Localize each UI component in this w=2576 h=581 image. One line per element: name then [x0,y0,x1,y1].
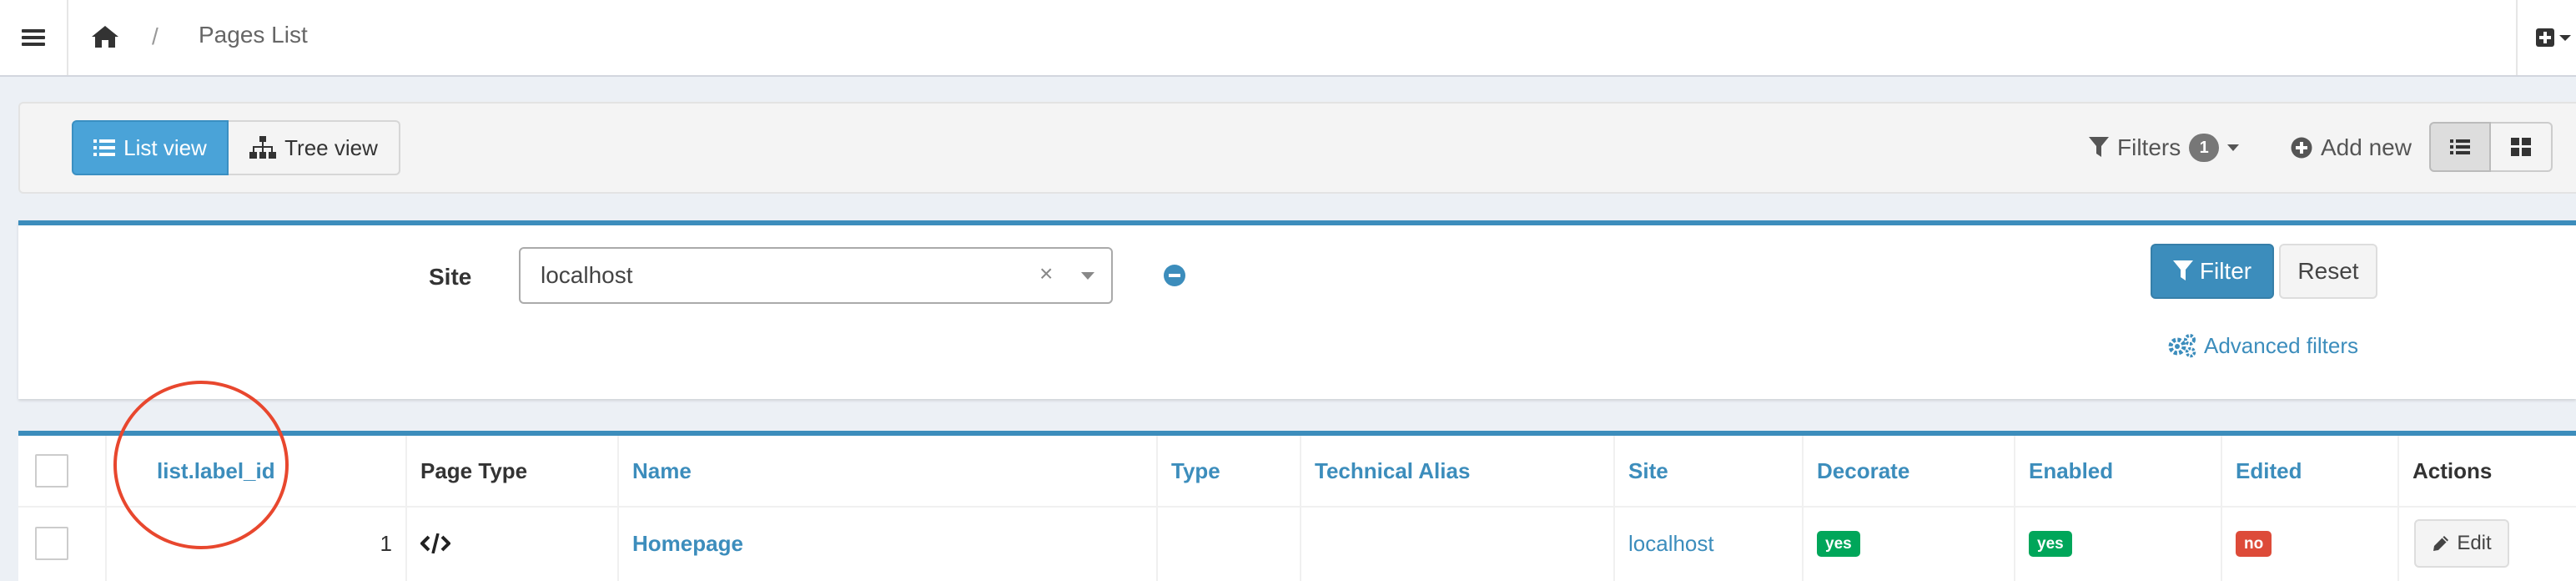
sitemap-icon [249,136,277,159]
apply-filter-button[interactable]: Filter [2151,244,2274,299]
header-enabled[interactable]: Enabled [2015,436,2222,506]
cell-id-value: 1 [380,530,392,556]
header-actions: Actions [2399,436,2576,506]
cell-page-type [407,506,619,581]
header-type-label: Type [1171,457,1220,483]
cell-decorate: yes [1804,506,2015,581]
header-edited-label: Edited [2236,457,2302,483]
enabled-badge: yes [2029,530,2072,557]
site-filter-label: Site [429,264,472,290]
top-navbar: / Pages List [0,0,2576,77]
advanced-filters-link[interactable]: Advanced filters [2167,329,2358,362]
hamburger-icon [22,28,45,48]
tree-view-label: Tree view [284,134,378,160]
list-view-label: List view [123,134,207,160]
list-icon [2450,139,2470,155]
breadcrumb-separator: / [152,23,158,49]
table-header-row: list.label_id Page Type Name Type Techni… [18,436,2576,508]
dropdown-arrow-icon[interactable] [1081,272,1094,280]
header-select-all-cell [18,436,107,506]
header-site[interactable]: Site [1615,436,1804,506]
tree-view-button[interactable]: Tree view [229,120,400,175]
site-select[interactable]: localhost × [519,247,1113,304]
filters-count-badge: 1 [2189,134,2220,162]
header-actions-label: Actions [2412,457,2493,483]
page-name-link[interactable]: Homepage [632,531,743,557]
header-page-type: Page Type [407,436,619,506]
cell-technical-alias [1301,506,1615,581]
home-icon [91,24,119,49]
edit-button[interactable]: Edit [2414,519,2509,568]
decorate-badge: yes [1817,530,1860,557]
add-menu-button[interactable] [2516,0,2576,75]
header-enabled-label: Enabled [2029,457,2114,483]
breadcrumb-home-link[interactable] [90,22,120,52]
cell-actions: Edit [2399,506,2576,581]
plus-square-icon [2536,28,2573,48]
header-decorate[interactable]: Decorate [1804,436,2015,506]
add-new-label: Add new [2321,134,2412,160]
code-icon [420,533,450,553]
row-select-cell [18,506,107,581]
filter-icon [2089,137,2109,159]
header-decorate-label: Decorate [1817,457,1910,483]
filters-label: Filters [2117,134,2181,160]
filters-dropdown-toggle[interactable]: Filters 1 [2089,127,2240,169]
header-name[interactable]: Name [619,436,1158,506]
cell-name[interactable]: Homepage [619,506,1158,581]
table-row: 1 Homepage localhost yes yes no Edit [18,506,2576,581]
header-site-label: Site [1628,457,1668,483]
advanced-filters-label: Advanced filters [2204,332,2358,358]
breadcrumb-current: Pages List [199,22,308,48]
header-edited[interactable]: Edited [2222,436,2399,506]
list-view-button[interactable]: List view [72,120,229,175]
caret-down-icon [2227,144,2240,152]
header-technical-alias[interactable]: Technical Alias [1301,436,1615,506]
edited-badge: no [2236,530,2272,557]
filter-panel: Site localhost × Filter Reset Advanced f… [18,220,2576,399]
list-icon [93,139,116,157]
reset-button[interactable]: Reset [2279,244,2377,299]
row-select-checkbox[interactable] [35,527,68,560]
site-link[interactable]: localhost [1628,531,1714,557]
select-all-checkbox[interactable] [35,454,68,488]
view-toolbar: List view Tree view Filters 1 Add new [18,102,2576,194]
edit-button-label: Edit [2457,532,2492,554]
cell-edited: no [2222,506,2399,581]
pages-table: list.label_id Page Type Name Type Techni… [18,431,2576,581]
annotation-circle [113,381,289,549]
remove-filter-button[interactable] [1163,264,1186,287]
header-technical-alias-label: Technical Alias [1315,457,1471,483]
cell-enabled: yes [2015,506,2222,581]
header-type[interactable]: Type [1158,436,1301,506]
plus-circle-icon [2291,137,2312,159]
list-mode-button[interactable] [2429,122,2491,172]
header-name-label: Name [632,457,692,483]
pencil-icon [2432,534,2450,553]
minus-circle-icon [1163,264,1186,287]
grid-mode-button[interactable] [2491,122,2553,172]
add-new-button[interactable]: Add new [2291,127,2412,169]
filter-icon [2172,260,2193,282]
cell-site[interactable]: localhost [1615,506,1804,581]
gears-icon [2167,333,2197,358]
sidebar-toggle-button[interactable] [0,0,68,75]
cell-type [1158,506,1301,581]
header-page-type-label: Page Type [420,457,528,483]
site-select-value: localhost [541,262,633,288]
filter-button-label: Filter [2199,258,2252,284]
clear-selection-icon[interactable]: × [1039,260,1053,287]
grid-icon [2511,138,2531,156]
